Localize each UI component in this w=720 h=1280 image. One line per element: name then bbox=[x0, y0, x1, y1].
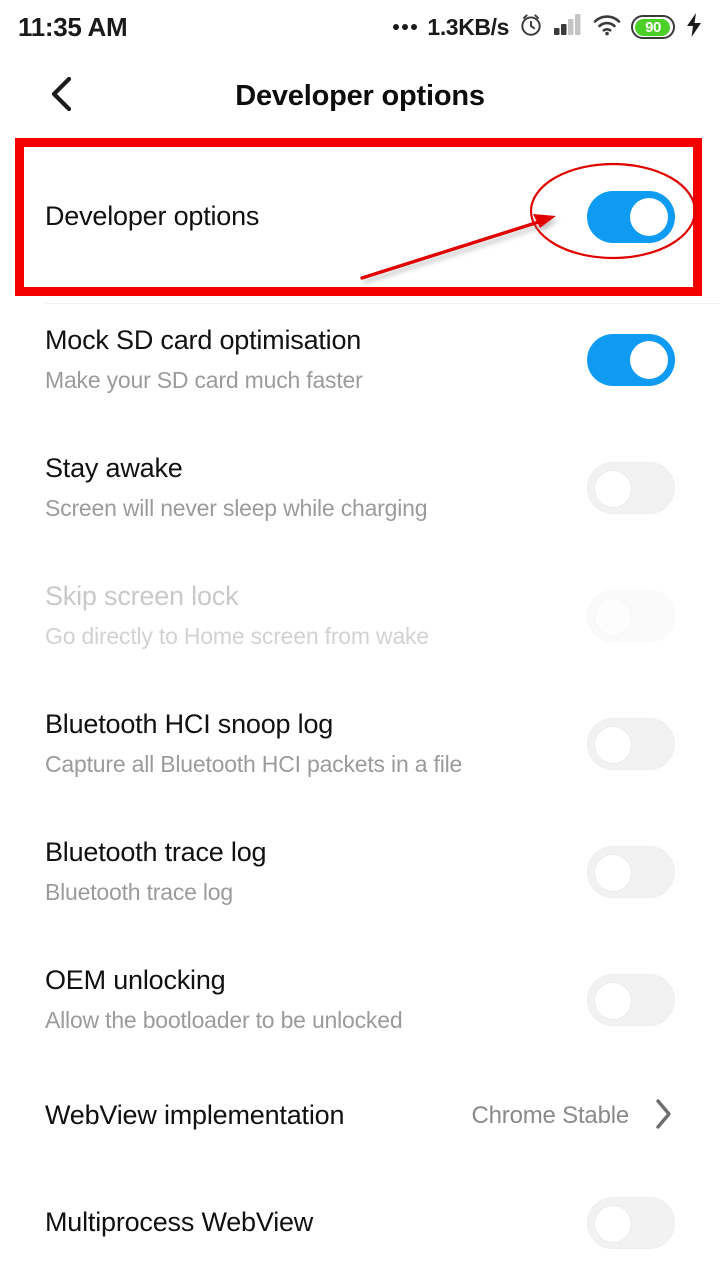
row-text-group: WebView implementation bbox=[45, 1099, 472, 1133]
setting-title: OEM unlocking bbox=[45, 965, 226, 996]
toggle-knob bbox=[630, 198, 668, 236]
setting-row-developer-options[interactable]: Developer options bbox=[0, 138, 720, 304]
row-text-group: Stay awake Screen will never sleep while… bbox=[45, 452, 587, 524]
row-text-group: Developer options bbox=[45, 200, 587, 234]
row-control-group bbox=[587, 974, 675, 1026]
app-bar: Developer options bbox=[0, 54, 720, 138]
toggle-oem-unlocking[interactable] bbox=[587, 974, 675, 1026]
settings-list: Developer options Mock SD card optimisat… bbox=[0, 138, 720, 1278]
row-control-group: Chrome Stable bbox=[472, 1097, 675, 1136]
row-text-group: Mock SD card optimisation Make your SD c… bbox=[45, 324, 587, 396]
setting-row-mock-sd-card-optimisation[interactable]: Mock SD card optimisation Make your SD c… bbox=[0, 296, 720, 424]
row-text-group: Bluetooth trace log Bluetooth trace log bbox=[45, 836, 587, 908]
toggle-knob bbox=[594, 598, 632, 636]
row-control-group bbox=[587, 334, 675, 386]
wifi-icon bbox=[592, 13, 622, 42]
status-bar-icons: 1.3KB/s 90 bbox=[393, 12, 704, 43]
cellular-signal-icon bbox=[553, 13, 583, 42]
row-control-group bbox=[587, 590, 675, 642]
network-speed-label: 1.3KB/s bbox=[427, 13, 509, 40]
toggle-stay-awake[interactable] bbox=[587, 462, 675, 514]
setting-title: Skip screen lock bbox=[45, 581, 239, 612]
setting-title: Bluetooth HCI snoop log bbox=[45, 709, 334, 740]
setting-title: Stay awake bbox=[45, 453, 183, 484]
toggle-knob bbox=[594, 982, 632, 1020]
setting-subtitle: Go directly to Home screen from wake bbox=[45, 622, 429, 649]
row-control-group bbox=[587, 846, 675, 898]
toggle-knob bbox=[594, 854, 632, 892]
battery-icon: 90 bbox=[631, 15, 675, 39]
toggle-knob bbox=[594, 726, 632, 764]
row-text-group: Skip screen lock Go directly to Home scr… bbox=[45, 580, 587, 652]
setting-title: Mock SD card optimisation bbox=[45, 325, 362, 356]
alarm-clock-icon bbox=[518, 12, 544, 43]
setting-subtitle: Screen will never sleep while charging bbox=[45, 494, 428, 521]
chevron-right-icon[interactable] bbox=[651, 1097, 675, 1136]
ellipsis-icon bbox=[393, 24, 418, 30]
lightning-bolt-icon bbox=[684, 12, 704, 43]
row-text-group: Multiprocess WebView bbox=[45, 1206, 587, 1240]
setting-row-multiprocess-webview[interactable]: Multiprocess WebView bbox=[0, 1168, 720, 1278]
toggle-knob bbox=[594, 1205, 632, 1243]
toggle-knob bbox=[594, 470, 632, 508]
setting-title: WebView implementation bbox=[45, 1100, 345, 1131]
setting-row-webview-implementation[interactable]: WebView implementation Chrome Stable bbox=[0, 1064, 720, 1168]
setting-title: Bluetooth trace log bbox=[45, 837, 267, 868]
row-control-group bbox=[587, 462, 675, 514]
phone-screen: 11:35 AM 1.3KB/s 90 Developer options De… bbox=[0, 0, 720, 1280]
setting-value: Chrome Stable bbox=[471, 1102, 630, 1129]
row-divider bbox=[45, 303, 720, 304]
setting-title: Multiprocess WebView bbox=[45, 1207, 314, 1238]
toggle-mock-sd-card-optimisation[interactable] bbox=[587, 334, 675, 386]
back-button[interactable] bbox=[36, 70, 88, 122]
row-control-group bbox=[587, 718, 675, 770]
row-control-group bbox=[587, 1197, 675, 1249]
setting-row-oem-unlocking[interactable]: OEM unlocking Allow the bootloader to be… bbox=[0, 936, 720, 1064]
back-chevron-icon bbox=[45, 74, 79, 119]
setting-row-skip-screen-lock: Skip screen lock Go directly to Home scr… bbox=[0, 552, 720, 680]
setting-subtitle: Capture all Bluetooth HCI packets in a f… bbox=[45, 750, 463, 777]
setting-subtitle: Make your SD card much faster bbox=[45, 366, 363, 393]
toggle-bluetooth-hci-snoop-log[interactable] bbox=[587, 718, 675, 770]
setting-row-bluetooth-hci-snoop-log[interactable]: Bluetooth HCI snoop log Capture all Blue… bbox=[0, 680, 720, 808]
toggle-developer-options[interactable] bbox=[587, 191, 675, 243]
toggle-skip-screen-lock bbox=[587, 590, 675, 642]
page-title: Developer options bbox=[235, 79, 485, 112]
setting-subtitle: Allow the bootloader to be unlocked bbox=[45, 1006, 403, 1033]
toggle-bluetooth-trace-log[interactable] bbox=[587, 846, 675, 898]
setting-row-stay-awake[interactable]: Stay awake Screen will never sleep while… bbox=[0, 424, 720, 552]
status-bar-clock: 11:35 AM bbox=[18, 11, 128, 42]
setting-title: Developer options bbox=[45, 201, 260, 232]
row-text-group: OEM unlocking Allow the bootloader to be… bbox=[45, 964, 587, 1036]
battery-level-label: 90 bbox=[645, 18, 661, 36]
setting-subtitle: Bluetooth trace log bbox=[45, 878, 233, 905]
toggle-knob bbox=[630, 341, 668, 379]
row-text-group: Bluetooth HCI snoop log Capture all Blue… bbox=[45, 708, 587, 780]
setting-row-bluetooth-trace-log[interactable]: Bluetooth trace log Bluetooth trace log bbox=[0, 808, 720, 936]
row-control-group bbox=[587, 191, 675, 243]
status-bar: 11:35 AM 1.3KB/s 90 bbox=[0, 0, 720, 54]
toggle-multiprocess-webview[interactable] bbox=[587, 1197, 675, 1249]
